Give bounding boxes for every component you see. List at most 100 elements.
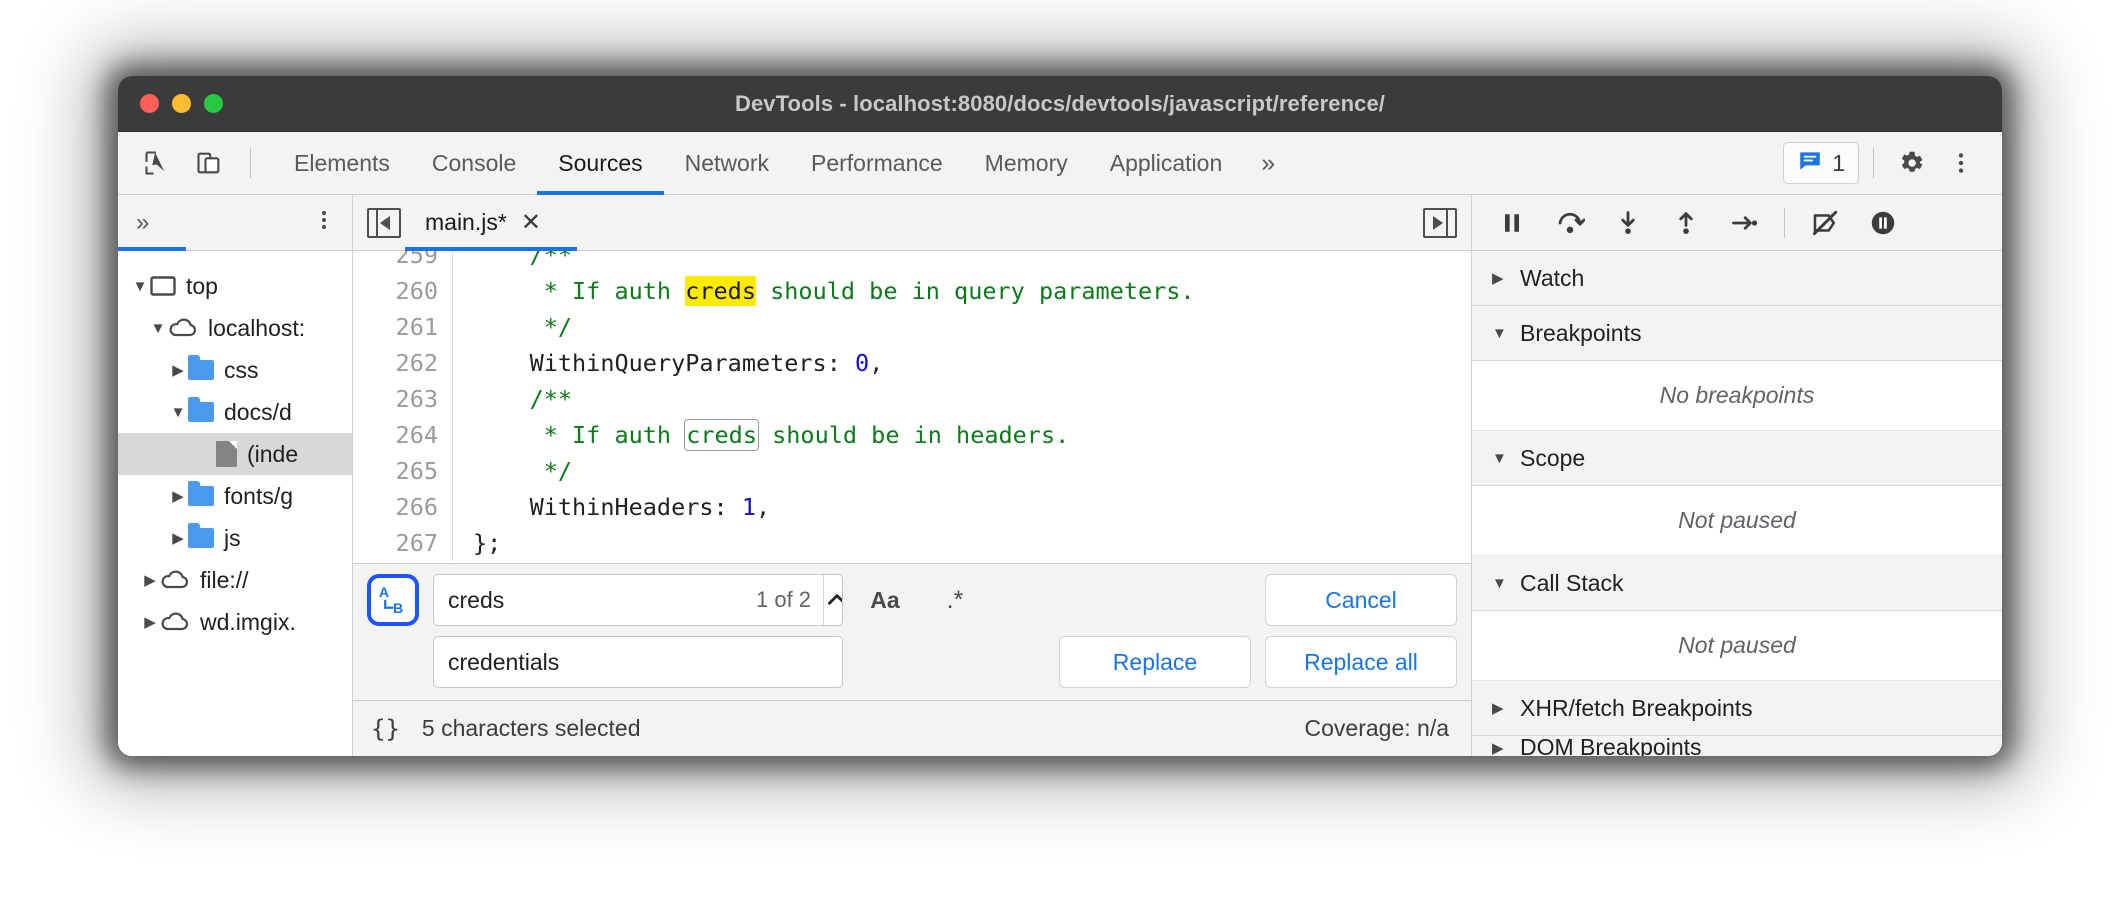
tab-network[interactable]: Network xyxy=(664,132,790,194)
chevron-right-icon[interactable]: ▶ xyxy=(168,529,188,547)
chevron-down-icon[interactable]: ▼ xyxy=(1492,575,1506,592)
close-window-button[interactable] xyxy=(140,94,159,113)
replace-input[interactable] xyxy=(433,636,843,688)
line-number: 260 xyxy=(353,273,453,309)
line-number: 262 xyxy=(353,345,453,381)
match-case-toggle[interactable]: Aa xyxy=(857,574,913,626)
zoom-window-button[interactable] xyxy=(204,94,223,113)
toolbar-left-icons xyxy=(118,140,273,186)
line-number: 259 xyxy=(353,251,453,273)
step-over-icon[interactable] xyxy=(1544,200,1596,246)
step-into-icon[interactable] xyxy=(1602,200,1654,246)
chevron-down-icon[interactable]: ▼ xyxy=(148,320,168,337)
issues-message-icon xyxy=(1797,148,1823,179)
close-icon[interactable]: ✕ xyxy=(521,208,541,237)
pause-on-exceptions-icon[interactable] xyxy=(1857,200,1909,246)
code-token: * If auth xyxy=(473,277,685,305)
tree-item-index[interactable]: (inde xyxy=(118,433,352,475)
chevron-down-icon[interactable]: ▼ xyxy=(1492,325,1506,342)
section-header-scope[interactable]: ▼ Scope xyxy=(1472,431,2002,486)
code-token: WithinQueryParameters: xyxy=(473,349,855,377)
tree-item-label: docs/d xyxy=(224,399,292,426)
chevron-down-icon[interactable]: ▼ xyxy=(1492,450,1506,467)
tree-item-file-protocol[interactable]: ▶ file:// xyxy=(118,559,352,601)
devtools-main-toolbar: Elements Console Sources Network Perform… xyxy=(118,132,2002,195)
tree-item-localhost[interactable]: ▼ localhost: xyxy=(118,307,352,349)
tree-item-docs[interactable]: ▼ docs/d xyxy=(118,391,352,433)
section-header-xhr-fetch-breakpoints[interactable]: ▶ XHR/fetch Breakpoints xyxy=(1472,681,2002,736)
section-header-breakpoints[interactable]: ▼ Breakpoints xyxy=(1472,306,2002,361)
cloud-icon xyxy=(168,317,198,339)
editor-tabstrip: main.js* ✕ xyxy=(353,195,1471,251)
section-header-call-stack[interactable]: ▼ Call Stack xyxy=(1472,556,2002,611)
gear-icon[interactable] xyxy=(1888,140,1934,186)
step-icon[interactable] xyxy=(1718,200,1770,246)
tree-item-wd-imgix[interactable]: ▶ wd.imgix. xyxy=(118,601,352,643)
tab-label: Network xyxy=(685,150,769,177)
show-navigator-panel-icon[interactable] xyxy=(367,208,401,238)
section-title: Call Stack xyxy=(1520,570,1624,597)
file-tab-label: main.js* xyxy=(425,209,507,236)
device-toolbar-icon[interactable] xyxy=(186,140,232,186)
chevron-right-icon[interactable]: ▶ xyxy=(140,613,160,631)
more-tabs-icon[interactable]: » xyxy=(1243,132,1293,194)
tab-elements[interactable]: Elements xyxy=(273,132,411,194)
chevron-right-icon[interactable]: ▶ xyxy=(168,487,188,505)
editor-file-tab-main-js[interactable]: main.js* ✕ xyxy=(425,208,541,237)
tab-application[interactable]: Application xyxy=(1089,132,1244,194)
section-header-dom-breakpoints[interactable]: ▶ DOM Breakpoints xyxy=(1472,736,2002,756)
tab-performance[interactable]: Performance xyxy=(790,132,964,194)
search-input[interactable] xyxy=(434,575,756,625)
replace-row: Replace Replace all xyxy=(367,636,1457,688)
regex-toggle[interactable]: .* xyxy=(927,574,983,626)
chevron-right-icon[interactable]: ▶ xyxy=(1492,699,1506,717)
tab-sources[interactable]: Sources xyxy=(537,132,663,194)
line-number: 263 xyxy=(353,381,453,417)
chevron-up-icon[interactable] xyxy=(823,575,843,625)
line-content: */ xyxy=(453,457,572,485)
tab-label: Application xyxy=(1110,150,1223,177)
code-token: */ xyxy=(473,313,572,341)
kebab-menu-icon[interactable] xyxy=(1938,140,1984,186)
chevron-right-icon[interactable]: ▶ xyxy=(168,361,188,379)
tab-memory[interactable]: Memory xyxy=(964,132,1089,194)
tab-console[interactable]: Console xyxy=(411,132,537,194)
pause-icon[interactable] xyxy=(1486,200,1538,246)
code-line: 264 * If auth creds should be in headers… xyxy=(353,417,1471,453)
tree-item-label: localhost: xyxy=(208,315,305,342)
deactivate-breakpoints-icon[interactable] xyxy=(1799,200,1851,246)
toolbar-right-icons: 1 xyxy=(1783,140,2002,186)
navigator-more-tabs-icon[interactable]: » xyxy=(136,209,149,237)
chevron-down-icon[interactable]: ▼ xyxy=(130,278,150,295)
chevron-right-icon[interactable]: ▶ xyxy=(1492,739,1506,757)
section-header-watch[interactable]: ▶ Watch xyxy=(1472,251,2002,306)
find-row: A B 1 of 2 xyxy=(367,574,1457,626)
tree-item-js[interactable]: ▶ js xyxy=(118,517,352,559)
tree-item-css[interactable]: ▶ css xyxy=(118,349,352,391)
toolbar-divider-right xyxy=(1873,148,1874,178)
cancel-button[interactable]: Cancel xyxy=(1265,574,1457,626)
issues-count: 1 xyxy=(1832,150,1845,177)
step-out-icon[interactable] xyxy=(1660,200,1712,246)
chevron-right-icon[interactable]: ▶ xyxy=(140,571,160,589)
folder-icon xyxy=(188,528,214,548)
issues-button[interactable]: 1 xyxy=(1783,142,1859,184)
minimize-window-button[interactable] xyxy=(172,94,191,113)
navigator-kebab-menu-icon[interactable] xyxy=(312,208,336,237)
tree-item-top[interactable]: ▼ top xyxy=(118,265,352,307)
chevron-down-icon[interactable]: ▼ xyxy=(168,404,188,421)
replace-a-b-icon[interactable]: A B xyxy=(367,574,419,626)
replace-button[interactable]: Replace xyxy=(1059,636,1251,688)
inspect-cursor-icon[interactable] xyxy=(134,140,180,186)
line-number: 264 xyxy=(353,417,453,453)
section-title: Breakpoints xyxy=(1520,320,1641,347)
call-stack-empty-state: Not paused xyxy=(1472,611,2002,681)
chevron-right-icon[interactable]: ▶ xyxy=(1492,269,1506,287)
code-editor[interactable]: 259 /** 260 * If auth creds should be in… xyxy=(353,251,1471,563)
pretty-print-icon[interactable]: {} xyxy=(371,715,400,743)
tree-item-label: wd.imgix. xyxy=(200,609,296,636)
section-title: DOM Breakpoints xyxy=(1520,736,1702,756)
replace-all-button[interactable]: Replace all xyxy=(1265,636,1457,688)
tree-item-fonts[interactable]: ▶ fonts/g xyxy=(118,475,352,517)
show-debugger-sidebar-icon[interactable] xyxy=(1423,208,1457,238)
